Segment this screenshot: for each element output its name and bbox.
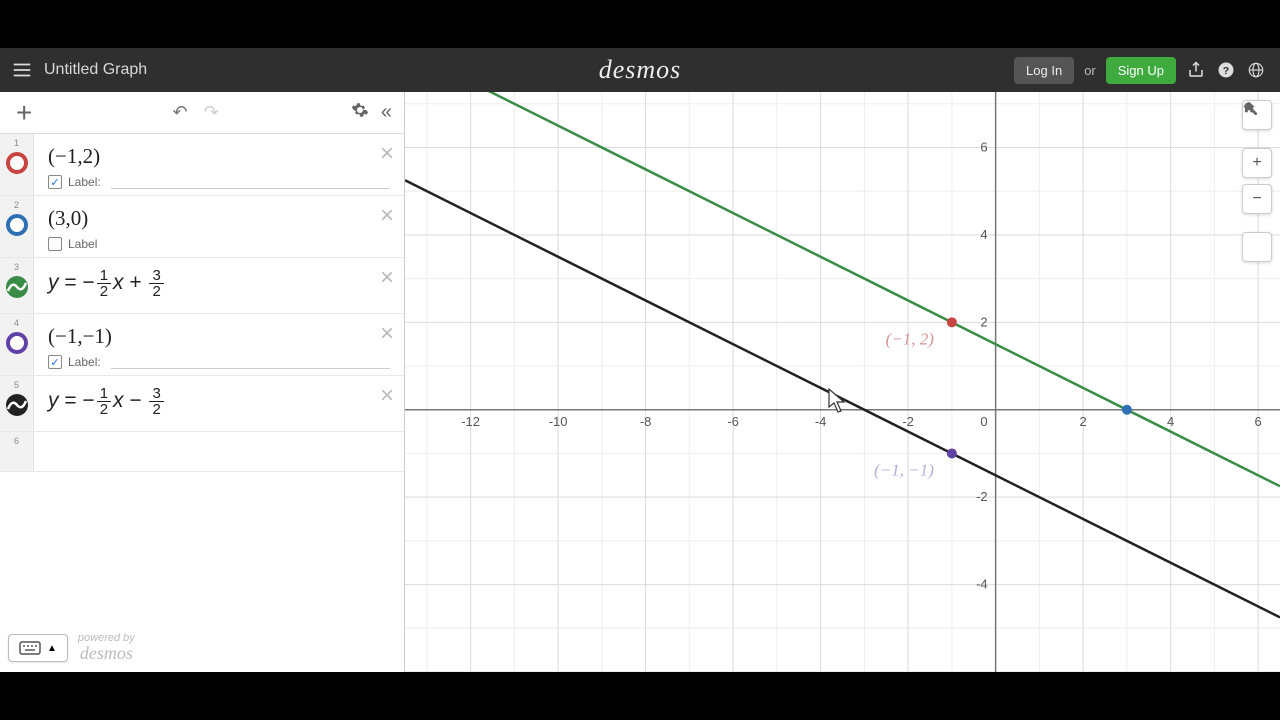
expression-body[interactable]: y = −12x + 32× xyxy=(34,258,404,313)
expression-number: 2 xyxy=(14,200,19,210)
sidebar-toolbar: + ↶ ↷ « xyxy=(0,92,404,134)
expression-row[interactable]: 5 y = −12x − 32× xyxy=(0,376,404,432)
settings-button[interactable] xyxy=(351,101,369,124)
label-checkbox[interactable] xyxy=(48,237,62,251)
help-icon[interactable]: ? xyxy=(1216,60,1236,80)
menu-button[interactable] xyxy=(0,48,44,92)
expression-row[interactable]: 1 (−1,2) ✓ Label: × xyxy=(0,134,404,196)
share-icon[interactable] xyxy=(1186,60,1206,80)
expression-number: 1 xyxy=(14,138,19,148)
expression-list: 1 (−1,2) ✓ Label: × 2 (3,0) Label × 3 y = −12x + 3… xyxy=(0,134,404,672)
signup-button[interactable]: Sign Up xyxy=(1106,57,1176,84)
svg-text:-12: -12 xyxy=(461,414,480,429)
label-input[interactable] xyxy=(111,175,390,189)
graph-tools: + − xyxy=(1242,100,1272,262)
label-row: ✓ Label: xyxy=(48,175,390,189)
expression-body[interactable]: (3,0) Label × xyxy=(34,196,404,257)
expression-number: 4 xyxy=(14,318,19,328)
language-icon[interactable] xyxy=(1246,60,1266,80)
point-icon[interactable] xyxy=(6,332,28,354)
expression-row[interactable]: 2 (3,0) Label × xyxy=(0,196,404,258)
desmos-logo: desmos xyxy=(599,55,682,85)
undo-redo: ↶ ↷ xyxy=(48,102,343,123)
expression-body[interactable]: y = −12x − 32× xyxy=(34,376,404,431)
delete-expression-button[interactable]: × xyxy=(380,384,394,408)
sidebar-footer: ▲ powered by desmos xyxy=(8,632,135,664)
expression-math[interactable]: (−1,2) xyxy=(48,144,390,169)
expression-tab: 2 xyxy=(0,196,34,257)
expression-number: 5 xyxy=(14,380,19,390)
svg-text:-2: -2 xyxy=(976,489,988,504)
expression-math[interactable]: y = −12x + 32 xyxy=(48,268,390,299)
header: Untitled Graph desmos Log In or Sign Up … xyxy=(0,48,1280,92)
zoom-in-button[interactable]: + xyxy=(1242,148,1272,178)
line-icon[interactable] xyxy=(6,276,28,298)
svg-text:6: 6 xyxy=(1255,414,1262,429)
expression-row[interactable]: 3 y = −12x + 32× xyxy=(0,258,404,314)
svg-text:6: 6 xyxy=(980,140,987,155)
expression-math[interactable]: y = −12x − 32 xyxy=(48,386,390,417)
svg-text:-10: -10 xyxy=(549,414,568,429)
svg-text:-6: -6 xyxy=(727,414,739,429)
expression-math[interactable]: (−1,−1) xyxy=(48,324,390,349)
svg-text:2: 2 xyxy=(980,314,987,329)
home-button[interactable] xyxy=(1242,232,1272,262)
svg-text:0: 0 xyxy=(980,414,987,429)
point-icon[interactable] xyxy=(6,214,28,236)
point-icon[interactable] xyxy=(6,152,28,174)
label-row: ✓ Label: xyxy=(48,355,390,369)
svg-text:2: 2 xyxy=(1080,414,1087,429)
label-text: Label: xyxy=(68,175,101,189)
expression-tab: 4 xyxy=(0,314,34,375)
svg-text:(−1, 2): (−1, 2) xyxy=(886,329,935,348)
expression-tab: 1 xyxy=(0,134,34,195)
expression-math[interactable]: (3,0) xyxy=(48,206,390,231)
header-right: Log In or Sign Up ? xyxy=(1014,57,1280,84)
label-text: Label: xyxy=(68,355,101,369)
svg-text:-4: -4 xyxy=(815,414,827,429)
delete-expression-button[interactable]: × xyxy=(380,204,394,228)
add-expression-button[interactable]: + xyxy=(8,99,40,127)
delete-expression-button[interactable]: × xyxy=(380,322,394,346)
expression-tab: 6 xyxy=(0,432,34,471)
expression-body[interactable]: (−1,−1) ✓ Label: × xyxy=(34,314,404,375)
delete-expression-button[interactable]: × xyxy=(380,266,394,290)
svg-text:-4: -4 xyxy=(976,577,988,592)
login-button[interactable]: Log In xyxy=(1014,57,1074,84)
keyboard-button[interactable]: ▲ xyxy=(8,634,68,662)
line-icon[interactable] xyxy=(6,394,28,416)
svg-text:-8: -8 xyxy=(640,414,652,429)
zoom-out-button[interactable]: − xyxy=(1242,184,1272,214)
expression-row[interactable]: 6 xyxy=(0,432,404,472)
collapse-sidebar-button[interactable]: « xyxy=(377,101,396,124)
graph-title[interactable]: Untitled Graph xyxy=(44,61,147,79)
expression-sidebar: + ↶ ↷ « 1 (−1,2) ✓ Label: × 2 (3,0) Label × 3 y = … xyxy=(0,92,405,672)
label-checkbox[interactable]: ✓ xyxy=(48,355,62,369)
expression-number: 3 xyxy=(14,262,19,272)
label-checkbox[interactable]: ✓ xyxy=(48,175,62,189)
redo-button[interactable]: ↷ xyxy=(204,102,219,123)
graph-area[interactable]: -12 -10 -8 -6 -4 -2 2 4 6 -4 -2 2 4 6 0 (−1, 2) (−1, −1)… xyxy=(405,92,1280,672)
powered-by: powered by desmos xyxy=(78,632,135,664)
body: + ↶ ↷ « 1 (−1,2) ✓ Label: × 2 (3,0) Label × 3 y = … xyxy=(0,92,1280,672)
undo-button[interactable]: ↶ xyxy=(173,102,188,123)
expression-body[interactable] xyxy=(34,432,404,471)
label-input[interactable] xyxy=(111,355,390,369)
app-window: Untitled Graph desmos Log In or Sign Up … xyxy=(0,48,1280,672)
svg-text:(−1, −1): (−1, −1) xyxy=(874,460,934,479)
svg-text:?: ? xyxy=(1223,65,1229,77)
expression-body[interactable]: (−1,2) ✓ Label: × xyxy=(34,134,404,195)
expression-row[interactable]: 4 (−1,−1) ✓ Label: × xyxy=(0,314,404,376)
svg-text:4: 4 xyxy=(1167,414,1174,429)
or-text: or xyxy=(1084,63,1096,78)
label-row: Label xyxy=(48,237,390,251)
expression-number: 6 xyxy=(14,436,19,446)
svg-text:4: 4 xyxy=(980,227,987,242)
expression-tab: 5 xyxy=(0,376,34,431)
delete-expression-button[interactable]: × xyxy=(380,142,394,166)
label-text: Label xyxy=(68,237,97,251)
svg-text:-2: -2 xyxy=(902,414,914,429)
expression-tab: 3 xyxy=(0,258,34,313)
